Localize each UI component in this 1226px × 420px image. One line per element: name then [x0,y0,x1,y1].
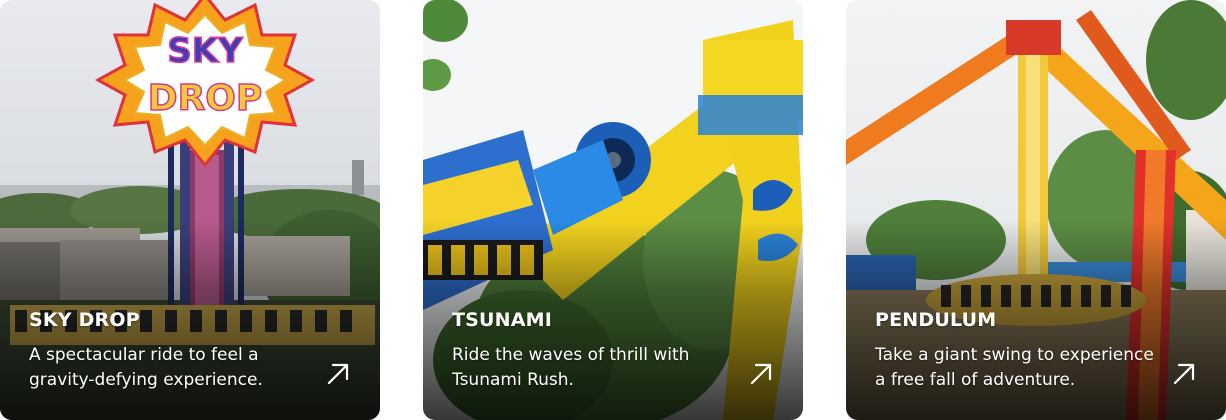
arrow-up-right-icon[interactable] [324,360,352,388]
ride-title: PENDULUM [875,309,997,331]
ride-description: A spectacular ride to feel a gravity-def… [29,345,263,390]
svg-text:SKY: SKY [167,31,243,71]
ride-title: SKY DROP [29,309,140,331]
ride-title: TSUNAMI [452,309,553,331]
ride-card-sky-drop[interactable]: SKY DROP SKY DROP A spectacular ride to … [0,0,380,420]
ride-description: Take a giant swing to experience a free … [875,345,1154,390]
ride-description: Ride the waves of thrill with Tsunami Ru… [452,345,690,390]
arrow-up-right-icon[interactable] [747,360,775,388]
ride-card-pendulum[interactable]: PENDULUM Take a giant swing to experienc… [846,0,1226,420]
ride-card-tsunami[interactable]: TSUNAMI Ride the waves of thrill with Ts… [423,0,803,420]
svg-text:DROP: DROP [148,78,263,119]
arrow-up-right-icon[interactable] [1170,360,1198,388]
